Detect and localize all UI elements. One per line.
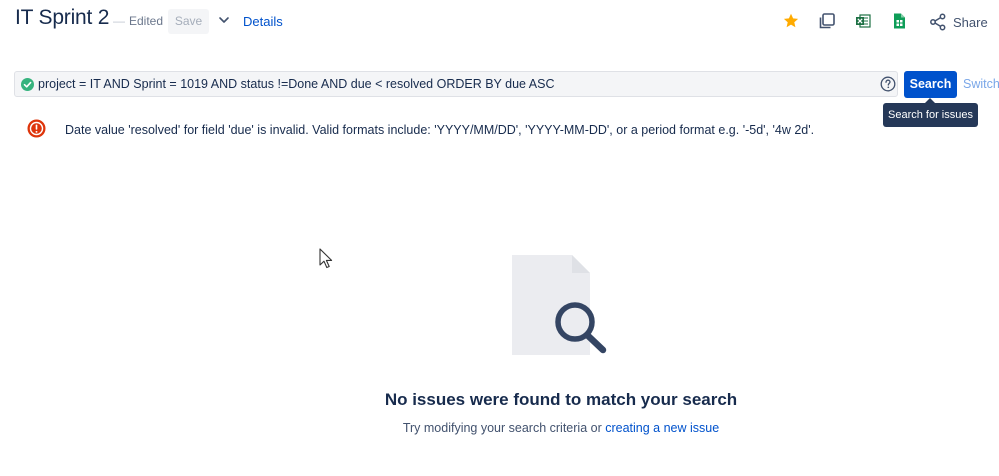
share-label: Share [953, 14, 988, 30]
error-icon [27, 119, 46, 138]
filter-title[interactable]: IT Sprint 2 [15, 6, 109, 30]
help-icon[interactable] [880, 76, 896, 92]
edited-separator: — [113, 14, 125, 28]
mouse-cursor-icon [319, 248, 333, 269]
save-button[interactable]: Save [168, 9, 209, 34]
search-tooltip: Search for issues [883, 103, 978, 127]
share-button[interactable]: Share [929, 12, 988, 32]
copy-icon[interactable] [818, 12, 836, 30]
check-circle-icon [21, 78, 34, 91]
search-button[interactable]: Search [904, 71, 957, 98]
empty-state-subtitle-text: Try modifying your search criteria or [402, 421, 602, 435]
switch-to-basic-link[interactable]: Switch [963, 77, 999, 91]
details-link[interactable]: Details [243, 14, 283, 29]
edited-status: — Edited [113, 14, 163, 28]
empty-search-illustration [512, 255, 607, 355]
share-icon [930, 13, 946, 31]
page-header: IT Sprint 2 — Edited Save Details Share [0, 0, 999, 46]
error-message: Date value 'resolved' for field 'due' is… [65, 123, 815, 137]
edited-label: Edited [129, 14, 164, 28]
star-icon[interactable] [782, 12, 800, 30]
chevron-down-icon[interactable] [218, 14, 230, 26]
excel-export-icon[interactable] [854, 12, 872, 30]
empty-state-title: No issues were found to match your searc… [384, 390, 738, 409]
jql-search-input[interactable]: project = IT AND Sprint = 1019 AND statu… [14, 71, 898, 97]
sheets-export-icon[interactable] [890, 12, 908, 30]
empty-state-subtitle: Try modifying your search criteria or cr… [0, 421, 999, 435]
create-issue-link[interactable]: creating a new issue [605, 421, 719, 435]
jql-query-text[interactable]: project = IT AND Sprint = 1019 AND statu… [38, 77, 554, 91]
